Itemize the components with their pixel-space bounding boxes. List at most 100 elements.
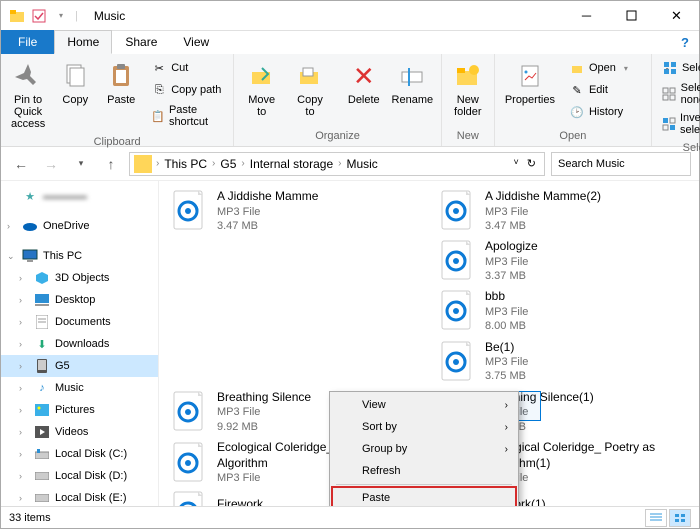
file-item[interactable]: bbbMP3 File8.00 MB — [433, 287, 693, 335]
ctx-group-by[interactable]: Group by› — [332, 438, 516, 460]
checkbox-icon[interactable] — [31, 8, 47, 24]
file-name: Breathing Silence — [217, 390, 311, 406]
close-button[interactable]: ✕ — [654, 1, 699, 30]
edit-icon: ✎ — [569, 82, 585, 98]
history-button[interactable]: 🕑History — [565, 102, 645, 122]
search-input[interactable]: Search Music — [551, 152, 691, 176]
move-to-button[interactable]: Move to — [238, 56, 285, 122]
file-size: 3.75 MB — [485, 369, 528, 383]
status-bar: 33 items — [1, 506, 699, 528]
tab-home[interactable]: Home — [54, 30, 112, 54]
drive-icon — [34, 490, 50, 506]
tab-view[interactable]: View — [170, 30, 222, 54]
file-size: 3.47 MB — [485, 219, 601, 233]
invert-selection-button[interactable]: Invert selection — [658, 110, 700, 138]
file-type: MP3 File — [485, 255, 538, 269]
dropdown-icon[interactable]: ˅ — [514, 157, 519, 170]
file-name: Firework — [217, 497, 263, 506]
sidebar-item-music[interactable]: ›♪Music — [1, 377, 158, 399]
file-item[interactable]: Be(1)MP3 File3.75 MB — [433, 338, 693, 386]
desktop-icon — [34, 292, 50, 308]
ctx-paste[interactable]: Paste — [332, 487, 516, 506]
scissors-icon: ✂ — [151, 60, 167, 76]
cloud-icon — [22, 218, 38, 234]
breadcrumb[interactable]: › This PC› G5› Internal storage› Music ˅… — [129, 152, 545, 176]
open-icon — [569, 60, 585, 76]
drive-icon — [34, 468, 50, 484]
file-item[interactable]: ApologizeMP3 File3.37 MB — [433, 237, 693, 285]
file-type: MP3 File — [485, 205, 601, 219]
open-group-label: Open — [499, 128, 647, 144]
file-item[interactable]: A Jiddishe MammeMP3 File3.47 MB — [165, 187, 425, 235]
mp3-file-icon — [435, 341, 477, 383]
up-button[interactable]: ↑ — [99, 152, 123, 176]
file-type: MP3 File — [485, 355, 528, 369]
organize-group-label: Organize — [238, 128, 437, 144]
sidebar-item-documents[interactable]: ›Documents — [1, 311, 158, 333]
select-none-button[interactable]: Select none — [658, 80, 700, 108]
drive-icon — [34, 446, 50, 462]
sidebar-item-desktop[interactable]: ›Desktop — [1, 289, 158, 311]
file-type: MP3 File — [485, 305, 528, 319]
ctx-sort-by[interactable]: Sort by› — [332, 416, 516, 438]
selectnone-icon — [662, 86, 677, 102]
help-icon[interactable]: ? — [671, 31, 699, 54]
mp3-file-icon — [435, 290, 477, 332]
sidebar-item-onedrive[interactable]: ›OneDrive — [1, 215, 158, 237]
forward-button[interactable]: → — [39, 152, 63, 176]
documents-icon — [34, 314, 50, 330]
sidebar-item-thispc[interactable]: ⌄This PC — [1, 245, 158, 267]
paste-button[interactable]: Paste — [99, 56, 143, 110]
copy-to-button[interactable]: Copy to — [287, 56, 333, 122]
star-icon: ★ — [22, 188, 38, 204]
file-item[interactable]: A Jiddishe Mamme(2)MP3 File3.47 MB — [433, 187, 693, 235]
pin-quick-access-button[interactable]: Pin to Quick access — [5, 56, 51, 134]
minimize-button[interactable]: ─ — [564, 1, 609, 30]
titlebar: ▾ | Music ─ ✕ — [1, 1, 699, 31]
collapse-ribbon-icon[interactable]: ˆ — [657, 63, 677, 83]
file-list[interactable]: A Jiddishe MammeMP3 File3.47 MBA Jiddish… — [159, 181, 699, 506]
ctx-view[interactable]: View› — [332, 394, 516, 416]
sidebar-item-local-d[interactable]: ›Local Disk (D:) — [1, 465, 158, 487]
maximize-button[interactable] — [609, 1, 654, 30]
context-menu: View› Sort by› Group by› Refresh Paste P… — [329, 391, 519, 506]
invert-icon — [662, 116, 676, 132]
mp3-file-icon — [167, 491, 209, 506]
item-count: 33 items — [9, 512, 51, 524]
sidebar-item-downloads[interactable]: ›⬇Downloads — [1, 333, 158, 355]
paste-shortcut-button[interactable]: 📋Paste shortcut — [147, 102, 227, 130]
sidebar-item-3dobjects[interactable]: ›3D Objects — [1, 267, 158, 289]
sidebar-item-g5[interactable]: ›G5 — [1, 355, 158, 377]
sidebar-item-quick-access[interactable]: ★▬▬▬▬ — [1, 185, 158, 207]
delete-button[interactable]: ✕Delete — [342, 56, 386, 110]
file-type: MP3 File — [217, 405, 311, 419]
refresh-icon[interactable]: ↻ — [527, 157, 536, 170]
navigation-pane: ★▬▬▬▬ ›OneDrive ⌄This PC ›3D Objects ›De… — [1, 181, 159, 506]
tab-file[interactable]: File — [1, 30, 54, 54]
back-button[interactable]: ← — [9, 152, 33, 176]
cut-button[interactable]: ✂Cut — [147, 58, 227, 78]
copy-button[interactable]: Copy — [53, 56, 97, 110]
open-button[interactable]: Open▾ — [565, 58, 645, 78]
sidebar-item-local-c[interactable]: ›Local Disk (C:) — [1, 443, 158, 465]
mp3-file-icon — [435, 240, 477, 282]
chevron-down-icon[interactable]: ▾ — [53, 8, 69, 24]
window-title: Music — [86, 9, 133, 23]
file-size: 8.00 MB — [485, 319, 528, 333]
icons-view-button[interactable] — [669, 509, 691, 527]
new-folder-button[interactable]: New folder — [446, 56, 490, 122]
properties-button[interactable]: Properties — [499, 56, 561, 110]
edit-button[interactable]: ✎Edit — [565, 80, 645, 100]
mp3-file-icon — [167, 190, 209, 232]
sidebar-item-pictures[interactable]: ›Pictures — [1, 399, 158, 421]
recent-dropdown[interactable]: ▾ — [69, 152, 93, 176]
sidebar-item-videos[interactable]: ›Videos — [1, 421, 158, 443]
tab-share[interactable]: Share — [112, 30, 170, 54]
path-icon: ⎘ — [151, 82, 167, 98]
ctx-refresh[interactable]: Refresh — [332, 460, 516, 482]
copy-path-button[interactable]: ⎘Copy path — [147, 80, 227, 100]
mp3-file-icon — [167, 442, 209, 484]
sidebar-item-local-e[interactable]: ›Local Disk (E:) — [1, 487, 158, 506]
details-view-button[interactable] — [645, 509, 667, 527]
rename-button[interactable]: Rename — [388, 56, 437, 110]
